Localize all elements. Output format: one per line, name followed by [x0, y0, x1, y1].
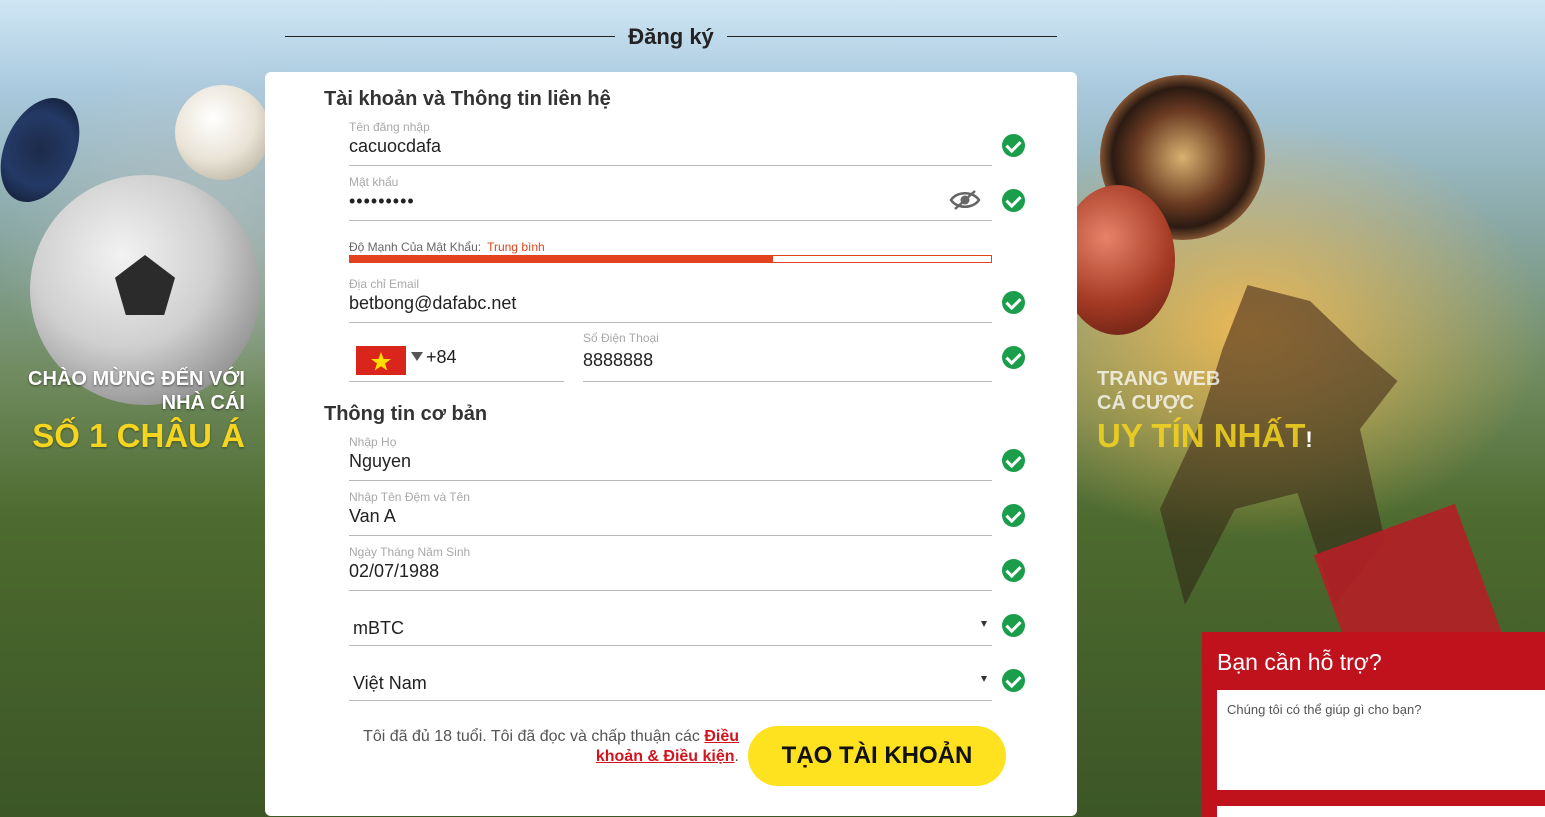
chevron-down-icon [411, 352, 423, 361]
country-select[interactable]: Việt Nam [349, 660, 992, 701]
support-email-input[interactable] [1217, 806, 1545, 817]
phone-label: Số Điện Thoại [583, 331, 659, 345]
last-name-valid-check-icon [1002, 449, 1025, 472]
phone-field[interactable]: Số Điện Thoại 8888888 [583, 331, 992, 382]
strength-bar-fill [350, 256, 774, 262]
chevron-down-icon [981, 676, 987, 682]
last-name-label: Nhập Họ [349, 435, 397, 449]
country-valid-check-icon [1002, 669, 1025, 692]
strength-label: Độ Mạnh Của Mật Khẩu: [349, 240, 482, 254]
email-valid-check-icon [1002, 291, 1025, 314]
pool-ball-image [175, 85, 270, 180]
support-title: Bạn cần hỗ trợ? [1217, 649, 1382, 675]
password-valid-check-icon [1002, 189, 1025, 212]
first-name-label: Nhập Tên Đệm và Tên [349, 490, 470, 504]
section-title-account: Tài khoản và Thông tin liên hệ [324, 88, 611, 110]
registration-form: Tài khoản và Thông tin liên hệ Tên đăng … [265, 72, 1077, 816]
currency-select[interactable]: mBTC [349, 605, 992, 646]
promo-highlight: UY TÍN NHẤT! [1097, 417, 1313, 454]
dob-value: 02/07/1988 [349, 561, 440, 581]
strength-level: Trung bình [487, 240, 545, 254]
username-value: cacuocdafa [349, 136, 442, 156]
trust-promo: TRANG WEB CÁ CƯỢC UY TÍN NHẤT! [1097, 367, 1313, 461]
promo-highlight: SỐ 1 CHÂU Á [32, 417, 245, 454]
welcome-promo: CHÀO MỪNG ĐẾN VỚI NHÀ CÁI SỐ 1 CHÂU Á [28, 367, 245, 457]
username-field[interactable]: Tên đăng nhập cacuocdafa [349, 120, 992, 166]
email-value: betbong@dafabc.net [349, 293, 517, 313]
first-name-value: Van A [349, 506, 396, 526]
phone-valid-check-icon [1002, 346, 1025, 369]
dob-field[interactable]: Ngày Tháng Năm Sinh 02/07/1988 [349, 545, 992, 591]
email-label: Địa chỉ Email [349, 277, 420, 291]
first-name-valid-check-icon [1002, 504, 1025, 527]
last-name-field[interactable]: Nhập Họ Nguyen [349, 435, 992, 481]
terms-text: Tôi đã đủ 18 tuổi. Tôi đã đọc và chấp th… [363, 728, 700, 745]
support-message-input[interactable]: Chúng tôi có thể giúp gì cho bạn? [1217, 690, 1545, 790]
strength-bar [349, 255, 992, 263]
vietnam-flag-icon [356, 346, 406, 375]
dob-label: Ngày Tháng Năm Sinh [349, 545, 471, 559]
password-value: ••••••••• [349, 191, 415, 211]
promo-line1: TRANG WEB [1097, 368, 1221, 390]
password-field[interactable]: Mật khẩu ••••••••• [349, 175, 992, 221]
create-account-button[interactable]: TẠO TÀI KHOẢN [748, 726, 1006, 786]
dob-valid-check-icon [1002, 559, 1025, 582]
terms-agreement: Tôi đã đủ 18 tuổi. Tôi đã đọc và chấp th… [349, 727, 739, 767]
country-code-select[interactable]: +84 [349, 338, 564, 382]
password-label: Mật khẩu [349, 175, 399, 189]
cricket-ball-image [1060, 185, 1175, 335]
phone-value: 8888888 [583, 350, 654, 370]
username-label: Tên đăng nhập [349, 120, 430, 134]
promo-line2: NHÀ CÁI [161, 392, 245, 414]
country-code-value: +84 [426, 347, 457, 367]
page-title-bar: Đăng ký [285, 22, 1057, 52]
currency-value: mBTC [353, 618, 404, 638]
country-value: Việt Nam [353, 673, 427, 693]
page-title: Đăng ký [628, 24, 714, 49]
terms-end: . [734, 748, 739, 765]
section-title-basic: Thông tin cơ bản [324, 403, 488, 425]
promo-line1: CHÀO MỪNG ĐẾN VỚI [28, 368, 245, 390]
first-name-field[interactable]: Nhập Tên Đệm và Tên Van A [349, 490, 992, 536]
last-name-value: Nguyen [349, 451, 412, 471]
support-placeholder: Chúng tôi có thể giúp gì cho bạn? [1227, 702, 1422, 717]
promo-line2: CÁ CƯỢC [1097, 392, 1194, 414]
currency-valid-check-icon [1002, 614, 1025, 637]
chevron-down-icon [981, 621, 987, 627]
email-field[interactable]: Địa chỉ Email betbong@dafabc.net [349, 277, 992, 323]
hide-password-eye-icon[interactable] [949, 189, 981, 211]
password-strength: Độ Mạnh Của Mật Khẩu: Trung bình [349, 240, 545, 254]
divider [727, 36, 1057, 37]
support-widget: Bạn cần hỗ trợ? Chúng tôi có thể giúp gì… [1202, 632, 1545, 817]
username-valid-check-icon [1002, 134, 1025, 157]
